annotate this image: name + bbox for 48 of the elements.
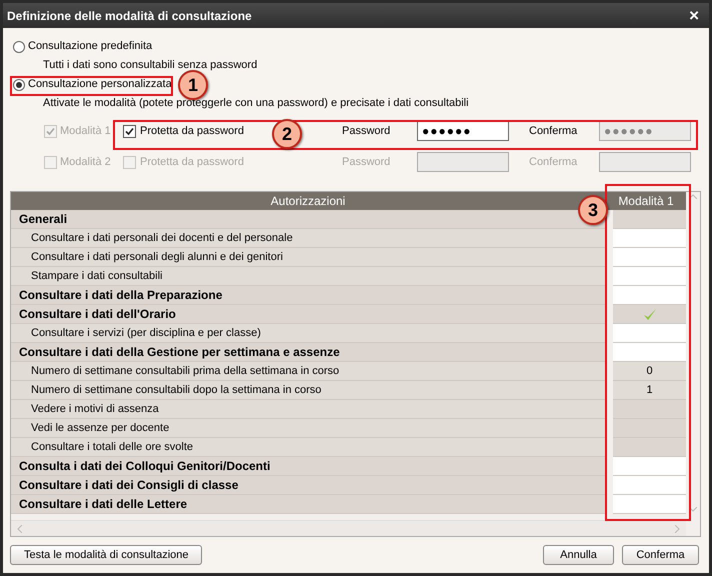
table-cell: Consultare i dati delle Lettere <box>11 495 606 514</box>
scroll-left-icon[interactable] <box>17 524 22 532</box>
password-label: Password <box>342 124 392 139</box>
table-cell: Consultare i servizi (per disciplina e per classe) <box>11 324 606 343</box>
test-button[interactable]: Testa le modalità di consultazione <box>10 545 202 565</box>
horizontal-scrollbar[interactable] <box>11 520 686 536</box>
cancel-button[interactable]: Annulla <box>543 545 614 565</box>
table-cell: Vedere i motivi di assenza <box>11 400 606 419</box>
table-cell: Consultare i dati personali dei docenti e del personale <box>11 229 606 248</box>
close-button[interactable]: × <box>683 7 705 24</box>
radio-button[interactable] <box>13 78 25 90</box>
table-cell[interactable] <box>613 248 686 267</box>
table-cell[interactable] <box>613 476 686 495</box>
radio-label[interactable]: Consultazione personalizzata <box>28 76 172 93</box>
radio-label[interactable]: Consultazione predefinita <box>28 38 152 55</box>
table-cell: Consultare i dati dell'Orario <box>11 305 606 324</box>
table-cell: Numero di settimane consultabili dopo la settimana in corso <box>11 381 606 400</box>
table-cell[interactable] <box>613 343 686 362</box>
table-cell: Consultare i dati della Preparazione <box>11 286 606 305</box>
table-cell: Consulta i dati dei Colloqui Genitori/Docenti <box>11 457 606 476</box>
table-cell: Numero di settimane consultabili prima della settimana in corso <box>11 362 606 381</box>
checkmark-icon <box>125 126 134 136</box>
table-cell: Consultare i dati personali degli alunni e dei genitori <box>11 248 606 267</box>
scroll-up-icon[interactable] <box>689 194 697 199</box>
table-cell[interactable] <box>613 324 686 343</box>
window-title: Definizione delle modalità di consultazione <box>7 8 252 24</box>
table-cell[interactable] <box>613 457 686 476</box>
table-cell[interactable]: 0 <box>613 362 686 381</box>
confirm-label: Conferma <box>528 154 578 170</box>
table-cell[interactable] <box>613 267 686 286</box>
table-cell[interactable] <box>613 495 686 514</box>
confirm-label: Conferma <box>528 124 578 139</box>
radio-button[interactable] <box>13 40 25 52</box>
table-cell: Consultare i dati dei Consigli di classe <box>11 476 606 495</box>
table-cell: Consultare i totali delle ore svolte <box>11 438 606 457</box>
table-cell[interactable] <box>613 229 686 248</box>
scroll-down-icon[interactable] <box>689 507 697 512</box>
table-cell[interactable] <box>613 286 686 305</box>
confirm-button[interactable]: Conferma <box>622 545 699 565</box>
table-cell[interactable]: 1 <box>613 381 686 400</box>
checkmark-icon <box>46 126 55 136</box>
scroll-right-icon[interactable] <box>675 524 680 532</box>
column-header: Modalità 1 <box>606 192 686 210</box>
table-cell: Stampare i dati consultabili <box>11 267 606 286</box>
table-cell: Vedi le assenze per docente <box>11 419 606 438</box>
table-cell[interactable] <box>613 305 686 324</box>
password-label: Password <box>342 154 392 170</box>
table-cell: Consultare i dati della Gestione per settimana e assenze <box>11 343 606 362</box>
